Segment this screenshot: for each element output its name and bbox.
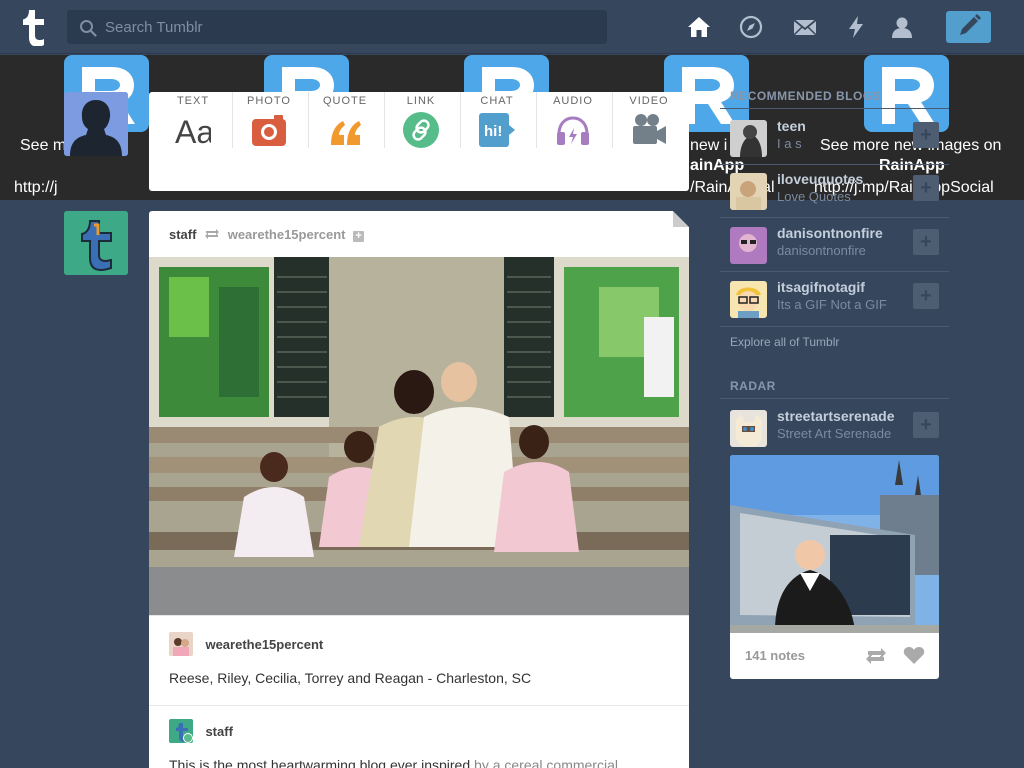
- inbox-icon[interactable]: [792, 14, 818, 40]
- reblog-author-link[interactable]: staff: [205, 724, 232, 739]
- ad-text-left-2: http://j: [14, 179, 58, 196]
- explore-icon[interactable]: [738, 14, 764, 40]
- blog-avatar: [730, 227, 767, 264]
- sidebar-divider: [720, 326, 949, 327]
- post-source-row: wearethe15percent: [169, 632, 323, 656]
- blog-name: streetartserenade: [777, 408, 895, 424]
- post-type-label: CHAT: [480, 95, 514, 107]
- post-type-text-button[interactable]: TEXT Aa: [155, 92, 231, 191]
- post-body-text: This is the most heartwarming blog ever …: [169, 757, 618, 768]
- post-type-label: TEXT: [176, 95, 210, 107]
- post-type-composer: TEXT Aa PHOTO QUOTE LINK CHAT hi! AUDIO …: [149, 92, 689, 191]
- blog-avatar: [730, 281, 767, 318]
- staff-avatar[interactable]: [64, 211, 128, 275]
- follow-button[interactable]: +: [913, 229, 939, 255]
- blog-title: Street Art Serenade: [777, 426, 892, 441]
- recommended-blog-item[interactable]: iloveuquotes Love Quotes +: [720, 165, 949, 215]
- radar-photo[interactable]: [730, 455, 939, 633]
- blog-title: danisontnonfire: [777, 243, 866, 258]
- blog-avatar: [730, 173, 767, 210]
- recommended-blog-item[interactable]: danisontnonfire danisontnonfire +: [720, 219, 949, 269]
- blog-avatar: [730, 120, 767, 157]
- recommended-blog-item[interactable]: teen I a s +: [720, 112, 949, 162]
- post-type-photo-button[interactable]: PHOTO: [231, 92, 307, 191]
- post-corner-fold: [673, 211, 689, 227]
- account-icon[interactable]: [889, 14, 915, 40]
- post-type-label: QUOTE: [322, 95, 368, 107]
- blog-name: itsagifnotagif: [777, 279, 865, 295]
- quote-icon: [331, 121, 361, 145]
- ad-text-left-1: See m: [20, 137, 67, 154]
- activity-lightning-icon[interactable]: [843, 14, 869, 40]
- follow-button[interactable]: +: [913, 122, 939, 148]
- recommended-blog-item[interactable]: itsagifnotagif Its a GIF Not a GIF +: [720, 273, 949, 323]
- post-type-label: AUDIO: [553, 95, 593, 107]
- text-icon: Aa: [175, 114, 211, 148]
- tumblr-t-icon: [64, 211, 128, 275]
- post-type-audio-button[interactable]: AUDIO: [535, 92, 611, 191]
- reblog-icon[interactable]: [865, 647, 887, 665]
- headphones-icon: [557, 116, 589, 145]
- post-type-video-button[interactable]: VIDEO: [611, 92, 687, 191]
- video-camera-icon: [633, 114, 666, 144]
- sidebar-divider: [720, 398, 949, 399]
- post-divider: [149, 615, 689, 616]
- post-type-label: LINK: [406, 95, 436, 107]
- blog-name: iloveuquotes: [777, 171, 864, 187]
- like-heart-icon[interactable]: [903, 647, 925, 665]
- blog-title: Its a GIF Not a GIF: [777, 297, 887, 312]
- home-icon[interactable]: [686, 14, 712, 40]
- compose-post-button[interactable]: [946, 11, 991, 43]
- post-divider: [149, 705, 689, 706]
- user-avatar[interactable]: [64, 92, 128, 156]
- staff-small-avatar[interactable]: [169, 719, 193, 743]
- post-type-label: PHOTO: [247, 95, 291, 107]
- tumblr-logo-icon[interactable]: [18, 8, 48, 46]
- radar-blog-item[interactable]: streetartserenade Street Art Serenade +: [720, 402, 949, 452]
- post-author-link[interactable]: staff: [169, 227, 196, 242]
- search-icon: [80, 20, 97, 37]
- blog-name: danisontnonfire: [777, 225, 883, 241]
- camera-icon: [252, 115, 286, 146]
- post-caption: Reese, Riley, Cecilia, Torrey and Reagan…: [169, 670, 532, 686]
- follow-button[interactable]: +: [913, 175, 939, 201]
- top-navigation-bar: [0, 0, 1024, 54]
- radar-heading: RADAR: [730, 379, 776, 393]
- search-box[interactable]: [67, 10, 607, 44]
- chat-icon: hi!: [479, 113, 515, 147]
- recommended-blogs-heading: RECOMMENDED BLOGS: [730, 89, 882, 103]
- blog-avatar: [730, 410, 767, 447]
- post-type-label: VIDEO: [629, 95, 669, 107]
- sidebar-divider: [720, 108, 949, 109]
- pencil-icon: [960, 14, 981, 35]
- source-blog-avatar[interactable]: [169, 632, 193, 656]
- dashboard-post: staff wearethe15percent + wearethe15perc…: [149, 211, 689, 768]
- svg-text:Aa: Aa: [175, 114, 211, 148]
- blog-title: Love Quotes: [777, 189, 851, 204]
- post-type-link-button[interactable]: LINK: [383, 92, 459, 191]
- user-silhouette-icon: [64, 92, 128, 156]
- radar-notes-count[interactable]: 141 notes: [745, 648, 805, 663]
- svg-text:hi!: hi!: [484, 123, 502, 140]
- explore-all-link[interactable]: Explore all of Tumblr: [730, 335, 839, 349]
- source-blog-link[interactable]: wearethe15percent: [205, 637, 323, 652]
- follow-button[interactable]: +: [913, 283, 939, 309]
- follow-button[interactable]: +: [913, 412, 939, 438]
- link-icon: [403, 112, 439, 148]
- reblog-source-link[interactable]: wearethe15percent: [228, 227, 346, 242]
- body-link[interactable]: by a cereal commercial: [474, 757, 618, 768]
- post-type-chat-button[interactable]: CHAT hi!: [459, 92, 535, 191]
- search-input[interactable]: [105, 10, 595, 44]
- reblog-row: staff: [169, 719, 233, 743]
- post-header: staff wearethe15percent +: [169, 227, 365, 242]
- sidebar-divider: [720, 217, 949, 218]
- post-photo[interactable]: [149, 257, 689, 615]
- radar-post-card[interactable]: 141 notes: [730, 455, 939, 679]
- post-type-quote-button[interactable]: QUOTE: [307, 92, 383, 191]
- blog-name: teen: [777, 118, 806, 134]
- follow-plus-icon[interactable]: +: [353, 231, 365, 242]
- reblog-icon: [205, 229, 220, 239]
- blog-title: I a s: [777, 136, 802, 151]
- sidebar-divider: [720, 271, 949, 272]
